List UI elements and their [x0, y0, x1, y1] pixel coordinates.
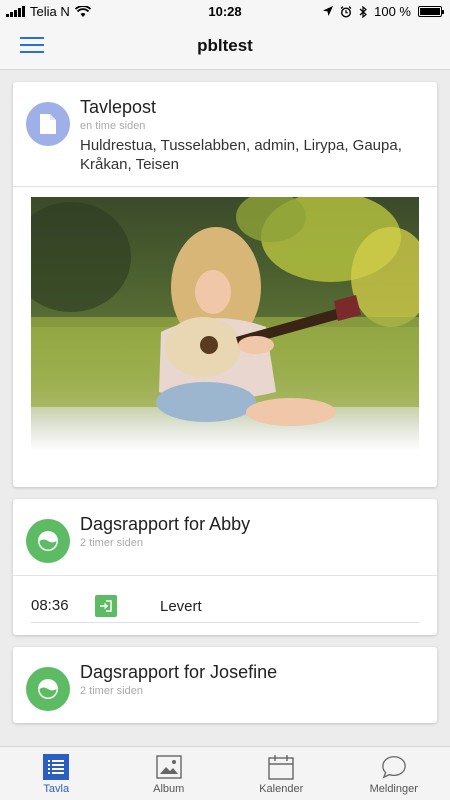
app-header: pbltest [0, 22, 450, 70]
card-header: Dagsrapport for Josefine 2 timer siden [13, 647, 437, 723]
feed-card-dagsrapport-josefine[interactable]: Dagsrapport for Josefine 2 timer siden [13, 647, 437, 723]
card-header: Dagsrapport for Abby 2 timer siden [13, 499, 437, 575]
location-icon [323, 6, 334, 16]
checkin-icon [95, 595, 117, 617]
battery-label: 100 % [374, 4, 411, 19]
bluetooth-icon [359, 5, 368, 18]
tab-label: Album [153, 783, 185, 795]
feed-card-tavlepost[interactable]: Tavlepost en time siden Huldrestua, Tuss… [13, 82, 437, 487]
tab-kalender[interactable]: Kalender [225, 747, 338, 800]
card-timestamp: 2 timer siden [80, 685, 143, 697]
feed[interactable]: Tavlepost en time siden Huldrestua, Tuss… [0, 70, 450, 746]
card-timestamp: 2 timer siden [80, 537, 143, 549]
page-title: pbltest [197, 36, 253, 55]
calendar-icon [268, 754, 294, 780]
card-header: Tavlepost en time siden Huldrestua, Tuss… [13, 82, 437, 186]
card-timestamp: en time siden [80, 120, 146, 132]
card-title: Dagsrapport for Abby [80, 514, 251, 534]
entry-time: 08:36 [31, 597, 69, 614]
chat-icon [381, 754, 407, 780]
alarm-icon [340, 5, 352, 18]
tab-label: Tavla [43, 783, 70, 795]
report-entry: 08:36 Levert [13, 575, 437, 635]
tab-bar: Tavla Album Kalender Meldinger [0, 746, 450, 800]
divider [31, 622, 419, 623]
image-icon [156, 754, 182, 780]
document-icon [26, 102, 70, 146]
feed-card-dagsrapport-abby[interactable]: Dagsrapport for Abby 2 timer siden 08:36… [13, 499, 437, 635]
status-right: 100 % [323, 4, 444, 19]
tab-label: Kalender [259, 783, 304, 795]
entry-label: Levert [160, 598, 202, 615]
card-title: Tavlepost [80, 97, 157, 117]
tab-meldinger[interactable]: Meldinger [338, 747, 450, 800]
battery-icon [418, 6, 444, 17]
report-icon [26, 667, 70, 711]
post-photo[interactable] [31, 197, 419, 451]
tab-album[interactable]: Album [113, 747, 226, 800]
status-bar: Telia N 10:28 100 % [0, 0, 450, 22]
tab-label: Meldinger [369, 783, 418, 795]
list-icon [43, 754, 70, 780]
card-recipients: Huldrestua, Tusselabben, admin, Lirypa, … [80, 137, 402, 173]
tab-tavla[interactable]: Tavla [0, 747, 113, 800]
report-icon [26, 519, 70, 563]
card-title: Dagsrapport for Josefine [80, 662, 278, 682]
